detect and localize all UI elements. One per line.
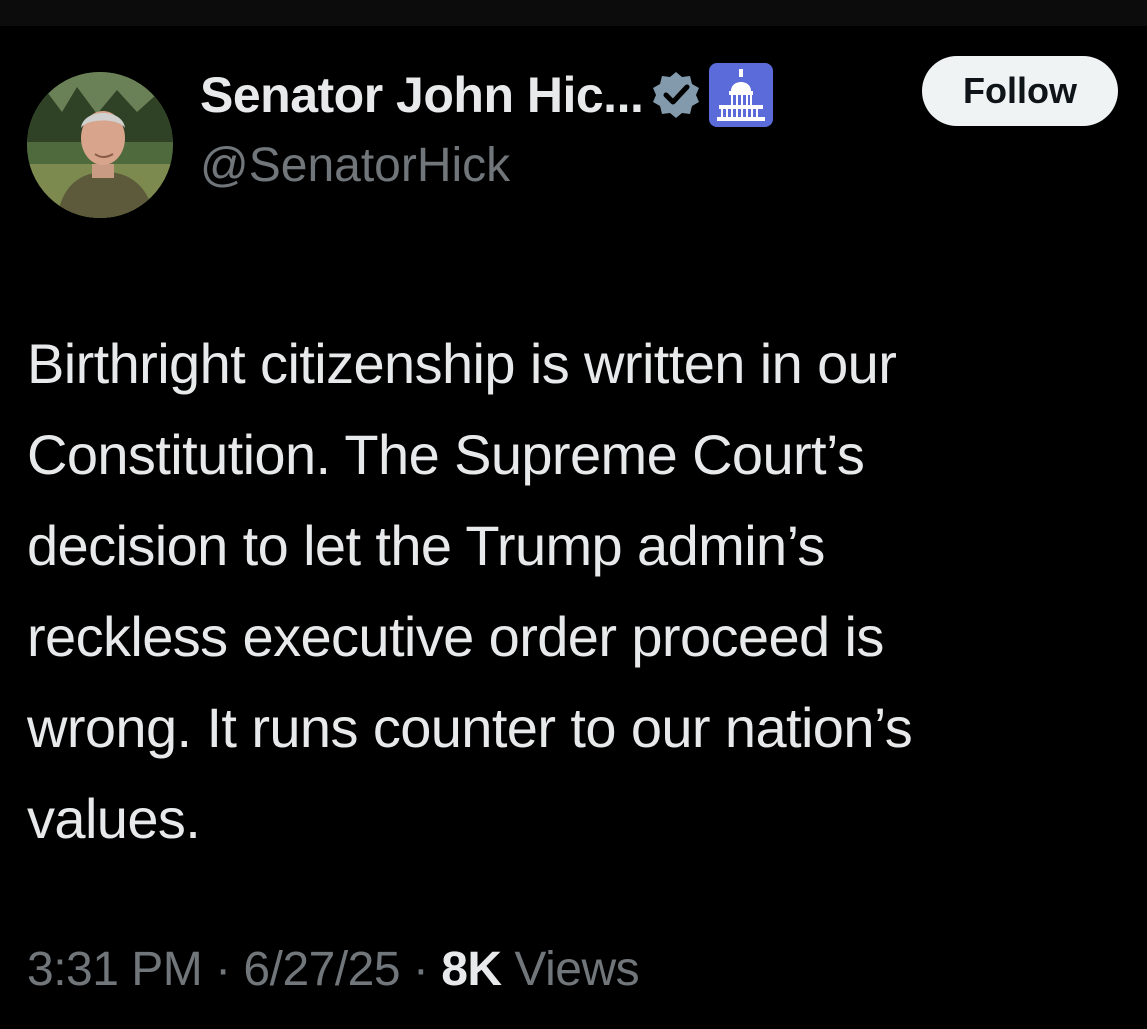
tweet-meta: 3:31 PM · 6/27/25 · 8K Views <box>27 942 640 997</box>
tweet-text-line: wrong. It runs counter to our nation’s <box>27 696 913 759</box>
tweet-text-line: Birthright citizenship is written in our <box>27 332 897 395</box>
tweet-text-line: decision to let the Trump admin’s <box>27 514 825 577</box>
capitol-building-icon[interactable] <box>707 61 775 129</box>
tweet-text: Birthright citizenship is written in our… <box>27 318 1127 864</box>
views-label[interactable]: Views <box>502 943 639 996</box>
author-display-name[interactable]: Senator John Hic... <box>200 66 644 124</box>
author-row: Senator John Hic... <box>200 62 775 128</box>
tweet-text-line: Constitution. The Supreme Court’s <box>27 423 865 486</box>
tweet-card: Senator John Hic... @SenatorHick Follow … <box>0 26 1147 1029</box>
tweet-time[interactable]: 3:31 PM <box>27 943 203 996</box>
meta-separator: · <box>400 943 442 996</box>
avatar[interactable] <box>27 72 173 218</box>
tweet-date[interactable]: 6/27/25 <box>243 943 400 996</box>
meta-separator: · <box>202 943 244 996</box>
author-handle[interactable]: @SenatorHick <box>200 138 510 193</box>
top-strip <box>0 0 1147 26</box>
tweet-text-line: reckless executive order proceed is <box>27 605 884 668</box>
follow-button[interactable]: Follow <box>922 56 1118 126</box>
views-count[interactable]: 8K <box>441 943 502 996</box>
avatar-photo <box>27 72 173 218</box>
verified-badge-icon[interactable] <box>651 70 701 120</box>
tweet-text-line: values. <box>27 787 201 850</box>
